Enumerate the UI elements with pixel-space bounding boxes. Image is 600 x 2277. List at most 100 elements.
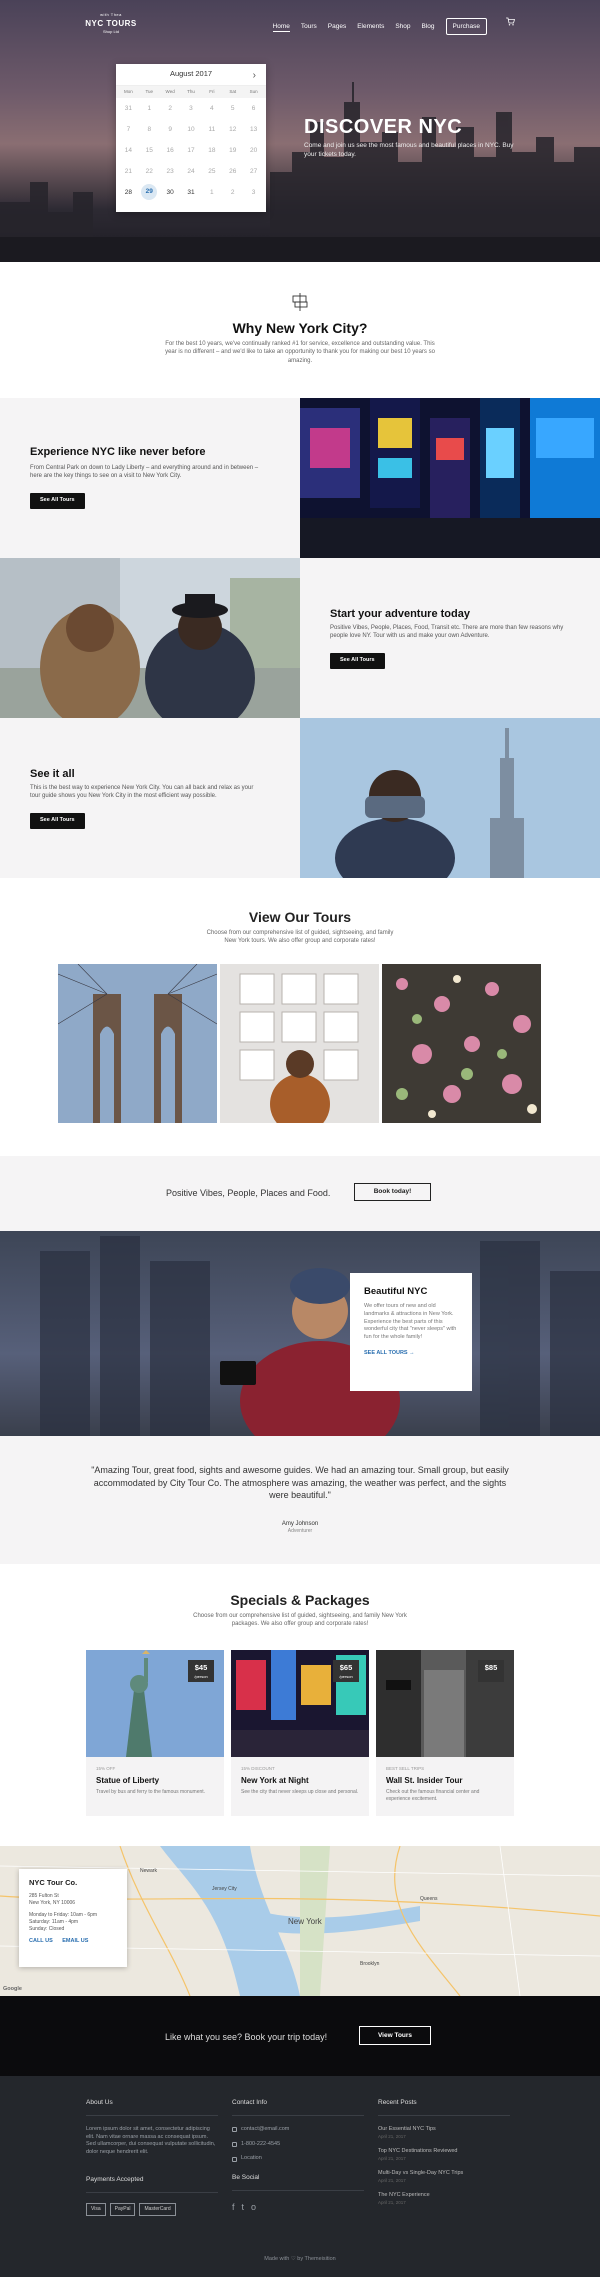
instagram-icon[interactable]: o bbox=[251, 2201, 256, 2214]
see-all-tours-link[interactable]: SEE ALL TOURS → bbox=[364, 1350, 415, 1356]
post-title: Top NYC Destinations Reviewed bbox=[378, 2148, 458, 2155]
calendar-day[interactable]: 17 bbox=[181, 140, 202, 161]
date-picker[interactable]: August 2017 › Mon Tue Wed Thu Fri Sat Su… bbox=[116, 64, 266, 212]
post-title: The NYC Experience bbox=[378, 2192, 430, 2199]
calendar-day[interactable]: 15 bbox=[139, 140, 160, 161]
confetti-image[interactable] bbox=[382, 964, 541, 1123]
calendar-day[interactable]: 3 bbox=[181, 98, 202, 119]
calendar-day[interactable]: 9 bbox=[160, 119, 181, 140]
package-category: 15% OFF bbox=[96, 1766, 116, 1771]
location-icon bbox=[232, 2156, 237, 2162]
payment-badge: MasterCard bbox=[139, 2202, 176, 2216]
calendar-day[interactable]: 12 bbox=[222, 119, 243, 140]
calendar-day[interactable]: 27 bbox=[243, 161, 264, 182]
hours: Monday to Friday: 10am - 6pm Saturday: 1… bbox=[29, 1912, 117, 1933]
nav-home[interactable]: Home bbox=[272, 22, 290, 32]
calendar-day[interactable]: 24 bbox=[181, 161, 202, 182]
calendar-day[interactable]: 18 bbox=[201, 140, 222, 161]
contact-location[interactable]: Location bbox=[232, 2155, 364, 2163]
calendar-day[interactable]: 21 bbox=[118, 161, 139, 182]
feature-text: Experience NYC like never before From Ce… bbox=[0, 398, 300, 558]
weekday: Mon bbox=[124, 89, 133, 94]
calendar-day[interactable]: 14 bbox=[118, 140, 139, 161]
recent-post[interactable]: Multi-Day vs Single-Day NYC Trips April 2… bbox=[378, 2170, 510, 2184]
gallery-image[interactable] bbox=[220, 964, 379, 1123]
see-all-tours-button[interactable]: See All Tours bbox=[330, 653, 385, 669]
calendar-day[interactable]: 19 bbox=[222, 140, 243, 161]
nav-blog[interactable]: Blog bbox=[422, 22, 435, 31]
calendar-day[interactable]: 13 bbox=[243, 119, 264, 140]
social-links: f t o bbox=[232, 2201, 364, 2214]
purchase-button[interactable]: Purchase bbox=[445, 18, 487, 36]
map-label: New York bbox=[288, 1917, 322, 1926]
calendar-day[interactable]: 26 bbox=[222, 161, 243, 182]
footer-heading: About Us bbox=[86, 2099, 113, 2106]
recent-post[interactable]: Our Essential NYC Tips April 21, 2017 bbox=[378, 2126, 510, 2140]
feature-title: Experience NYC like never before bbox=[30, 446, 206, 458]
see-all-tours-button[interactable]: See All Tours bbox=[30, 813, 85, 829]
calendar-day[interactable]: 20 bbox=[243, 140, 264, 161]
calendar-day[interactable]: 7 bbox=[118, 119, 139, 140]
calendar-day[interactable]: 10 bbox=[181, 119, 202, 140]
contact-email[interactable]: contact@email.com bbox=[232, 2126, 364, 2134]
divider bbox=[86, 2191, 218, 2193]
package-title: Statue of Liberty bbox=[96, 1776, 160, 1786]
hero-title: DISCOVER NYC bbox=[304, 116, 463, 138]
logo[interactable]: with Thea NYC TOURS Shop Ltd bbox=[85, 12, 137, 34]
chevron-right-icon[interactable]: › bbox=[253, 69, 256, 83]
package-card[interactable]: $45/person 15% OFF Statue of Liberty Tra… bbox=[86, 1650, 224, 1816]
calendar-day[interactable]: 22 bbox=[139, 161, 160, 182]
price-badge: $85 bbox=[478, 1660, 504, 1682]
nav-elements[interactable]: Elements bbox=[357, 22, 384, 31]
calendar-day[interactable]: 30 bbox=[160, 182, 181, 203]
brooklyn-bridge-image[interactable] bbox=[58, 964, 217, 1123]
see-all-tours-button[interactable]: See All Tours bbox=[30, 493, 85, 509]
weekday: Sun bbox=[249, 89, 258, 94]
book-bar: Like what you see? Book your trip today!… bbox=[0, 1996, 600, 2076]
facebook-icon[interactable]: f bbox=[232, 2201, 235, 2214]
calendar-day[interactable]: 23 bbox=[160, 161, 181, 182]
beautiful-nyc-section: Beautiful NYC We offer tours of new and … bbox=[0, 1231, 600, 1436]
twitter-icon[interactable]: t bbox=[242, 2201, 245, 2214]
hero: with Thea NYC TOURS Shop Ltd Home Tours … bbox=[0, 0, 600, 262]
recent-post[interactable]: The NYC Experience April 21, 2017 bbox=[378, 2192, 510, 2206]
calendar-day[interactable]: 5 bbox=[222, 98, 243, 119]
calendar-day[interactable]: 4 bbox=[201, 98, 222, 119]
google-logo: Google bbox=[3, 1986, 22, 1993]
book-today-button[interactable]: Book today! bbox=[354, 1183, 431, 1201]
calendar-day[interactable]: 28 bbox=[118, 182, 139, 203]
divider bbox=[378, 2115, 510, 2117]
calendar-day[interactable]: 11 bbox=[201, 119, 222, 140]
calendar-day[interactable]: 31 bbox=[118, 98, 139, 119]
calendar-day[interactable]: 16 bbox=[160, 140, 181, 161]
package-card[interactable]: $85 BEST SELL TRIPS Wall St. Insider Tou… bbox=[376, 1650, 514, 1816]
calendar-header: August 2017 › bbox=[116, 64, 266, 86]
recent-post[interactable]: Top NYC Destinations Reviewed April 21, 2… bbox=[378, 2148, 510, 2162]
package-category: 15% DISCOUNT bbox=[241, 1766, 275, 1771]
made-with-credit: Made with ♡ by Themeisition bbox=[264, 2256, 336, 2262]
contact-phone[interactable]: 1-800-222-4545 bbox=[232, 2141, 364, 2149]
calendar-day[interactable]: 3 bbox=[243, 182, 264, 203]
package-card[interactable]: $65/person 15% DISCOUNT New York at Nigh… bbox=[231, 1650, 369, 1816]
calendar-day[interactable]: 1 bbox=[201, 182, 222, 203]
calendar-day[interactable]: 25 bbox=[201, 161, 222, 182]
divider bbox=[232, 2115, 364, 2117]
call-us-link[interactable]: CALL US bbox=[29, 1938, 53, 1944]
nav-tours[interactable]: Tours bbox=[301, 22, 317, 31]
email-us-link[interactable]: EMAIL US bbox=[62, 1938, 88, 1944]
nav-pages[interactable]: Pages bbox=[328, 22, 346, 31]
feature-title: Start your adventure today bbox=[330, 608, 470, 620]
calendar-day[interactable]: 2 bbox=[160, 98, 181, 119]
calendar-day[interactable]: 2 bbox=[222, 182, 243, 203]
map[interactable]: Jersey City New York Newark Queens Brook… bbox=[0, 1846, 600, 1996]
cart-icon[interactable] bbox=[505, 17, 515, 26]
calendar-day[interactable]: 6 bbox=[243, 98, 264, 119]
calendar-day[interactable]: 29 bbox=[141, 184, 158, 201]
view-tours-button[interactable]: View Tours bbox=[359, 2026, 431, 2045]
payment-badge: PayPal bbox=[109, 2202, 136, 2216]
price: $65 bbox=[339, 1663, 353, 1672]
nav-shop[interactable]: Shop bbox=[395, 22, 410, 31]
calendar-day[interactable]: 8 bbox=[139, 119, 160, 140]
calendar-day[interactable]: 31 bbox=[181, 182, 202, 203]
calendar-day[interactable]: 1 bbox=[139, 98, 160, 119]
